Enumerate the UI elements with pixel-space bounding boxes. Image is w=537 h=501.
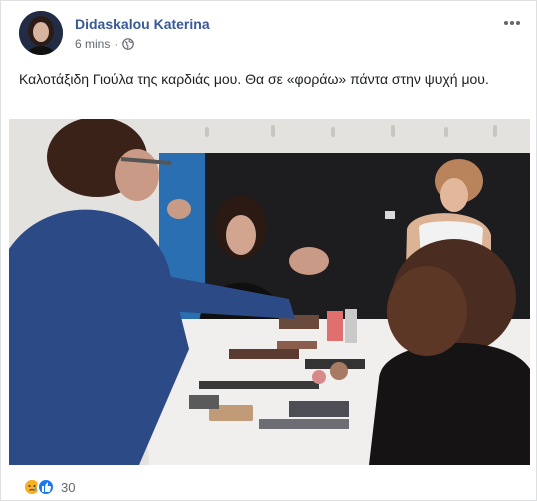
author-avatar[interactable] — [19, 11, 63, 55]
facebook-post: Didaskalou Katerina 6 mins · Καλοτάξιδη … — [0, 0, 537, 501]
like-reaction-icon — [37, 478, 55, 496]
post-meta: 6 mins · — [75, 37, 135, 51]
author-name-link[interactable]: Didaskalou Katerina — [75, 16, 210, 32]
post-timestamp[interactable]: 6 mins — [75, 37, 110, 51]
ellipsis-icon[interactable] — [500, 13, 524, 33]
reactions-summary[interactable]: 30 — [23, 477, 75, 497]
post-caption: Καλοτάξιδη Γιούλα της καρδιάς μου. Θα σε… — [19, 71, 489, 87]
globe-icon[interactable] — [122, 38, 135, 50]
post-photo[interactable] — [9, 119, 530, 465]
post-header: Didaskalou Katerina 6 mins · — [19, 11, 524, 57]
meta-separator: · — [114, 37, 119, 51]
reaction-count[interactable]: 30 — [61, 480, 75, 495]
